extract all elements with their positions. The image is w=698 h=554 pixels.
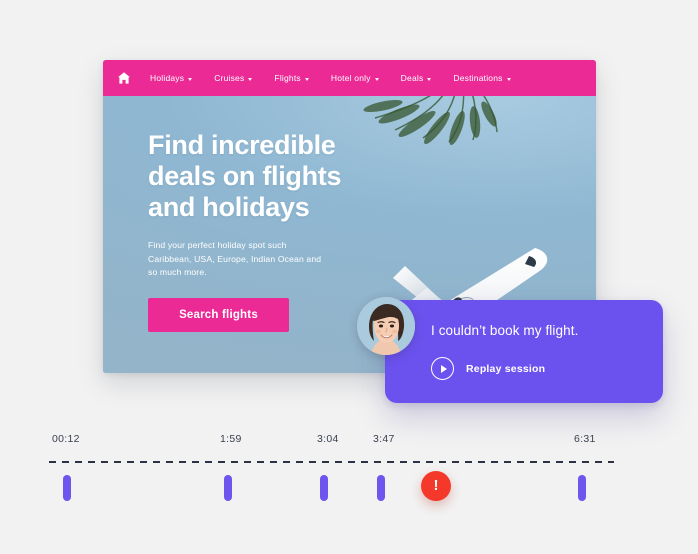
timeline-markers: ! xyxy=(0,471,698,510)
nav-item-label: Flights xyxy=(274,73,301,83)
play-circle-icon[interactable] xyxy=(431,357,454,380)
chevron-down-icon xyxy=(304,77,309,81)
chevron-down-icon xyxy=(188,77,193,81)
home-icon[interactable] xyxy=(116,70,132,86)
timeline-event-marker[interactable] xyxy=(578,475,586,501)
session-quote: I couldn’t book my flight. xyxy=(431,323,579,338)
session-timeline: 00:12 1:59 3:04 3:47 6:31 ! xyxy=(0,433,698,513)
exclamation-icon: ! xyxy=(433,476,439,494)
nav-item-label: Hotel only xyxy=(330,73,371,83)
timeline-labels: 00:12 1:59 3:04 3:47 6:31 xyxy=(0,433,698,451)
timeline-label: 00:12 xyxy=(52,433,80,445)
timeline-event-marker[interactable] xyxy=(224,475,232,501)
nav-item-deals[interactable]: Deals xyxy=(401,73,432,83)
search-flights-button[interactable]: Search flights xyxy=(148,297,289,332)
nav-item-label: Deals xyxy=(400,73,424,83)
replay-session-button[interactable]: Replay session xyxy=(431,357,545,380)
timeline-error-marker[interactable]: ! xyxy=(421,471,451,501)
nav-item-label: Cruises xyxy=(214,73,245,83)
chevron-down-icon xyxy=(427,77,432,81)
chevron-down-icon xyxy=(374,77,379,81)
timeline-label: 1:59 xyxy=(220,433,242,445)
timeline-event-marker[interactable] xyxy=(63,475,71,501)
timeline-label: 3:04 xyxy=(317,433,339,445)
timeline-label: 3:47 xyxy=(373,433,395,445)
hero-copy: Find incredible deals on flights and hol… xyxy=(148,130,388,332)
timeline-label: 6:31 xyxy=(574,433,596,445)
avatar xyxy=(357,297,415,355)
nav-item-flights[interactable]: Flights xyxy=(274,73,309,83)
nav-item-label: Destinations xyxy=(453,73,503,83)
replay-session-label: Replay session xyxy=(466,362,546,375)
nav-item-holidays[interactable]: Holidays xyxy=(150,73,193,83)
nav-item-cruises[interactable]: Cruises xyxy=(214,73,253,83)
timeline-event-marker[interactable] xyxy=(320,475,328,501)
hero-title: Find incredible deals on flights and hol… xyxy=(148,130,342,222)
nav-item-hotel-only[interactable]: Hotel only xyxy=(331,73,379,83)
timeline-track[interactable] xyxy=(49,461,614,463)
nav-item-destinations[interactable]: Destinations xyxy=(453,73,511,83)
nav-item-label: Holidays xyxy=(150,73,185,83)
hero-subtitle: Find your perfect holiday spot such Cari… xyxy=(148,240,322,277)
session-replay-card: I couldn’t book my flight. Replay sessio… xyxy=(385,300,663,403)
timeline-event-marker[interactable] xyxy=(377,475,385,501)
site-navigation-bar: Holidays Cruises Flights Hotel only Deal… xyxy=(103,60,596,96)
chevron-down-icon xyxy=(248,77,253,81)
chevron-down-icon xyxy=(506,77,511,81)
